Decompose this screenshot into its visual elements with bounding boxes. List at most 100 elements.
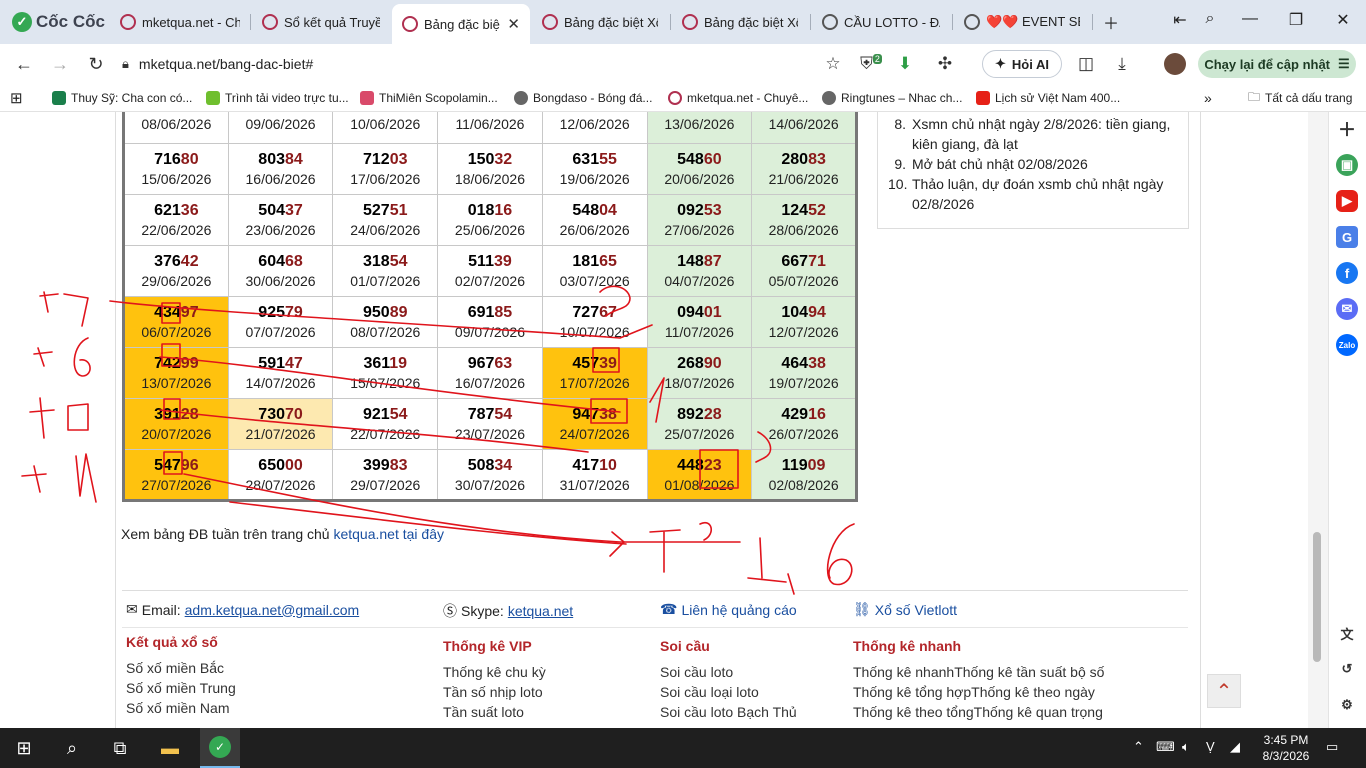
draw-date: 30/06/2026 [245,273,316,289]
close-tab-icon[interactable]: ✕ [507,15,520,33]
special-prize-number: 94738 [543,405,647,425]
apps-grid-icon[interactable]: ⊞ [10,88,23,108]
result-cell: 12/06/2026 [541,112,648,144]
result-cell: 65000 28/07/2026 [227,449,334,501]
wifi-icon[interactable]: ◢ [1230,739,1240,755]
page-scrollbar[interactable] [1308,112,1328,728]
youtube-icon[interactable]: ▶ [1336,190,1358,212]
tab-1[interactable]: mketqua.net - Ch [110,6,250,38]
vpn-icon[interactable]: Ṿ [1206,739,1215,754]
adblock-shield-icon[interactable]: ⛨ 2 [860,54,882,74]
more-bookmarks-icon[interactable]: » [1204,88,1212,108]
facebook-icon[interactable]: f [1336,262,1358,284]
downloads-icon[interactable]: ⤓ [1111,54,1133,74]
footer-link[interactable]: Thống kê chu kỳ [443,662,546,682]
tab-active[interactable]: Bảng đặc biệ ✕ [392,4,530,44]
scrollbar-thumb[interactable] [1313,532,1321,662]
vietlott-link[interactable]: Xổ số Vietlott [875,602,957,618]
footer-link[interactable]: Soi cầu loto Bạch Thủ [660,702,797,722]
minimize-icon[interactable]: — [1238,10,1262,28]
settings-gear-icon[interactable]: ⚙ [1336,694,1358,716]
extensions-puzzle-icon[interactable]: ✣ [934,54,956,74]
footer-link[interactable]: Thống kê nhanhThống kê tần suất bộ số [853,662,1104,682]
footer-link[interactable]: Tần suất loto [443,702,546,722]
ads-link[interactable]: Liên hệ quảng cáo [681,602,796,618]
coccoc-brand[interactable]: ✓ Cốc Cốc [12,10,105,34]
lock-icon[interactable]: 🔒︎ [122,56,129,72]
footer-link[interactable]: Số xố miền Nam [126,698,236,718]
bookmark-favicon-icon [822,91,836,105]
result-cell: 28083 21/06/2026 [751,143,857,195]
game-icon[interactable]: ▣ [1336,154,1358,176]
download-extension-icon[interactable]: ⬇ [894,54,916,74]
tab-2[interactable]: Sổ kết quả Truyền [252,6,390,38]
chevron-up-icon[interactable]: ⌃ [1133,739,1144,755]
bookmark-item[interactable]: ThiMiên Scopolamin... [360,88,498,108]
special-prize-number: 10494 [752,303,855,323]
footer-link[interactable]: Tần số nhịp loto [443,682,546,702]
profile-avatar[interactable] [1164,53,1186,75]
week-note-link[interactable]: ketqua.net tại đây [333,526,444,542]
search-icon[interactable]: ⌕ [60,736,84,760]
translate-text-icon[interactable]: 文 [1336,622,1358,644]
screenshot-icon[interactable]: ⌕ [1198,10,1222,28]
footer-link[interactable]: Soi cầu loto [660,662,797,682]
vietlott-contact[interactable]: ⛓ Xổ số Vietlott [853,601,957,618]
bookmark-star-icon[interactable]: ☆ [822,54,844,74]
footer-col-vip: Thống kê VIP Thống kê chu kỳ Tần số nhịp… [443,638,546,722]
reload-icon[interactable]: ↻ [85,54,107,75]
ads-contact[interactable]: ☎ Liên hệ quảng cáo [660,601,797,618]
skype-link[interactable]: ketqua.net [508,603,573,619]
url-field[interactable]: 🔒︎ mketqua.net/bang-dac-biet# [122,50,857,78]
coccoc-taskbar-icon[interactable]: ✓ [200,728,240,768]
notifications-icon[interactable]: ▭ [1326,739,1338,755]
new-tab-icon[interactable]: ＋ [1099,10,1123,34]
history-icon[interactable]: ↺ [1336,658,1358,680]
footer-link[interactable]: Soi cầu loại loto [660,682,797,702]
task-view-icon[interactable]: ⧉ [108,736,132,760]
bookmark-item[interactable]: Lịch sử Việt Nam 400... [976,88,1120,108]
windows-start-icon[interactable]: ⊞ [12,736,36,760]
tab-5[interactable]: Bảng đặc biệt Xổ [672,6,808,38]
news-item[interactable]: 9. Mở bát chủ nhật 02/08/2026 [888,154,1178,174]
footer-link[interactable]: Thống kê tổng hợpThống kê theo ngày [853,682,1104,702]
scroll-to-top-button[interactable]: ⌃ [1207,674,1241,708]
input-method-icon[interactable]: ⌨ [1156,739,1175,755]
forward-icon[interactable]: → [49,54,71,75]
taskbar-clock[interactable]: 3:45 PM 8/3/2026 [1256,732,1316,764]
special-prize-number: 46438 [752,354,855,374]
number-tail: 28 [180,406,199,423]
bookmark-item[interactable]: mketqua.net - Chuyê... [668,88,808,108]
footer-link[interactable]: Thống kê theo tổngThống kê quan trọng [853,702,1104,722]
tab-6[interactable]: CẦU LOTTO - ĐÀ [812,6,950,38]
footer-link[interactable]: Số xố miền Trung [126,678,236,698]
close-window-icon[interactable]: ✕ [1331,10,1355,30]
bookmark-item[interactable]: Ringtunes – Nhac ch... [822,88,962,108]
news-item[interactable]: 10. Thảo luận, dự đoán xsmb chủ nhật ngày… [888,174,1178,214]
zalo-icon[interactable]: Zalo [1336,334,1358,356]
results-row: 71680 15/06/2026 80384 16/06/2026 71203 17/06… [123,143,857,195]
url-text[interactable]: mketqua.net/bang-dac-biet# [139,56,313,72]
relaunch-update-button[interactable]: Chạy lại để cập nhật ☰ [1198,50,1356,78]
bookmark-item[interactable]: Thuy Sỹ: Cha con có... [52,88,192,108]
bookmark-item[interactable]: Trình tải video trực tu... [206,88,349,108]
translate-icon[interactable]: G [1336,226,1358,248]
special-prize-number: 45739 [543,354,647,374]
add-panel-icon[interactable]: ＋ [1336,118,1358,140]
news-item[interactable]: 8. Xsmn chủ nhật ngày 2/8/2026: tiền gian… [888,114,1178,154]
back-icon[interactable]: ← [13,54,35,75]
bookmark-item[interactable]: Bongdaso - Bóng đá... [514,88,652,108]
tab-4[interactable]: Bảng đặc biệt Xổ [532,6,668,38]
ask-ai-button[interactable]: ✦ Hỏi AI [982,50,1062,78]
all-bookmarks-folder[interactable]: 🗀 Tất cả dấu trang [1248,88,1352,108]
bookmark-label: mketqua.net - Chuyê... [687,91,809,105]
maximize-icon[interactable]: ❐ [1284,10,1308,30]
split-view-icon[interactable]: ◫ [1075,54,1097,74]
messenger-icon[interactable]: ✉ [1336,298,1358,320]
volume-icon[interactable]: 🔈︎ [1182,739,1190,755]
email-link[interactable]: adm.ketqua.net@gmail.com [185,602,360,618]
tab-7[interactable]: ❤️❤️ EVENT SE [954,6,1090,38]
footer-link[interactable]: Số xố miền Bắc [126,658,236,678]
back-to-history-icon[interactable]: ⇤ [1168,10,1192,30]
file-explorer-icon[interactable]: ▬ [158,736,182,760]
